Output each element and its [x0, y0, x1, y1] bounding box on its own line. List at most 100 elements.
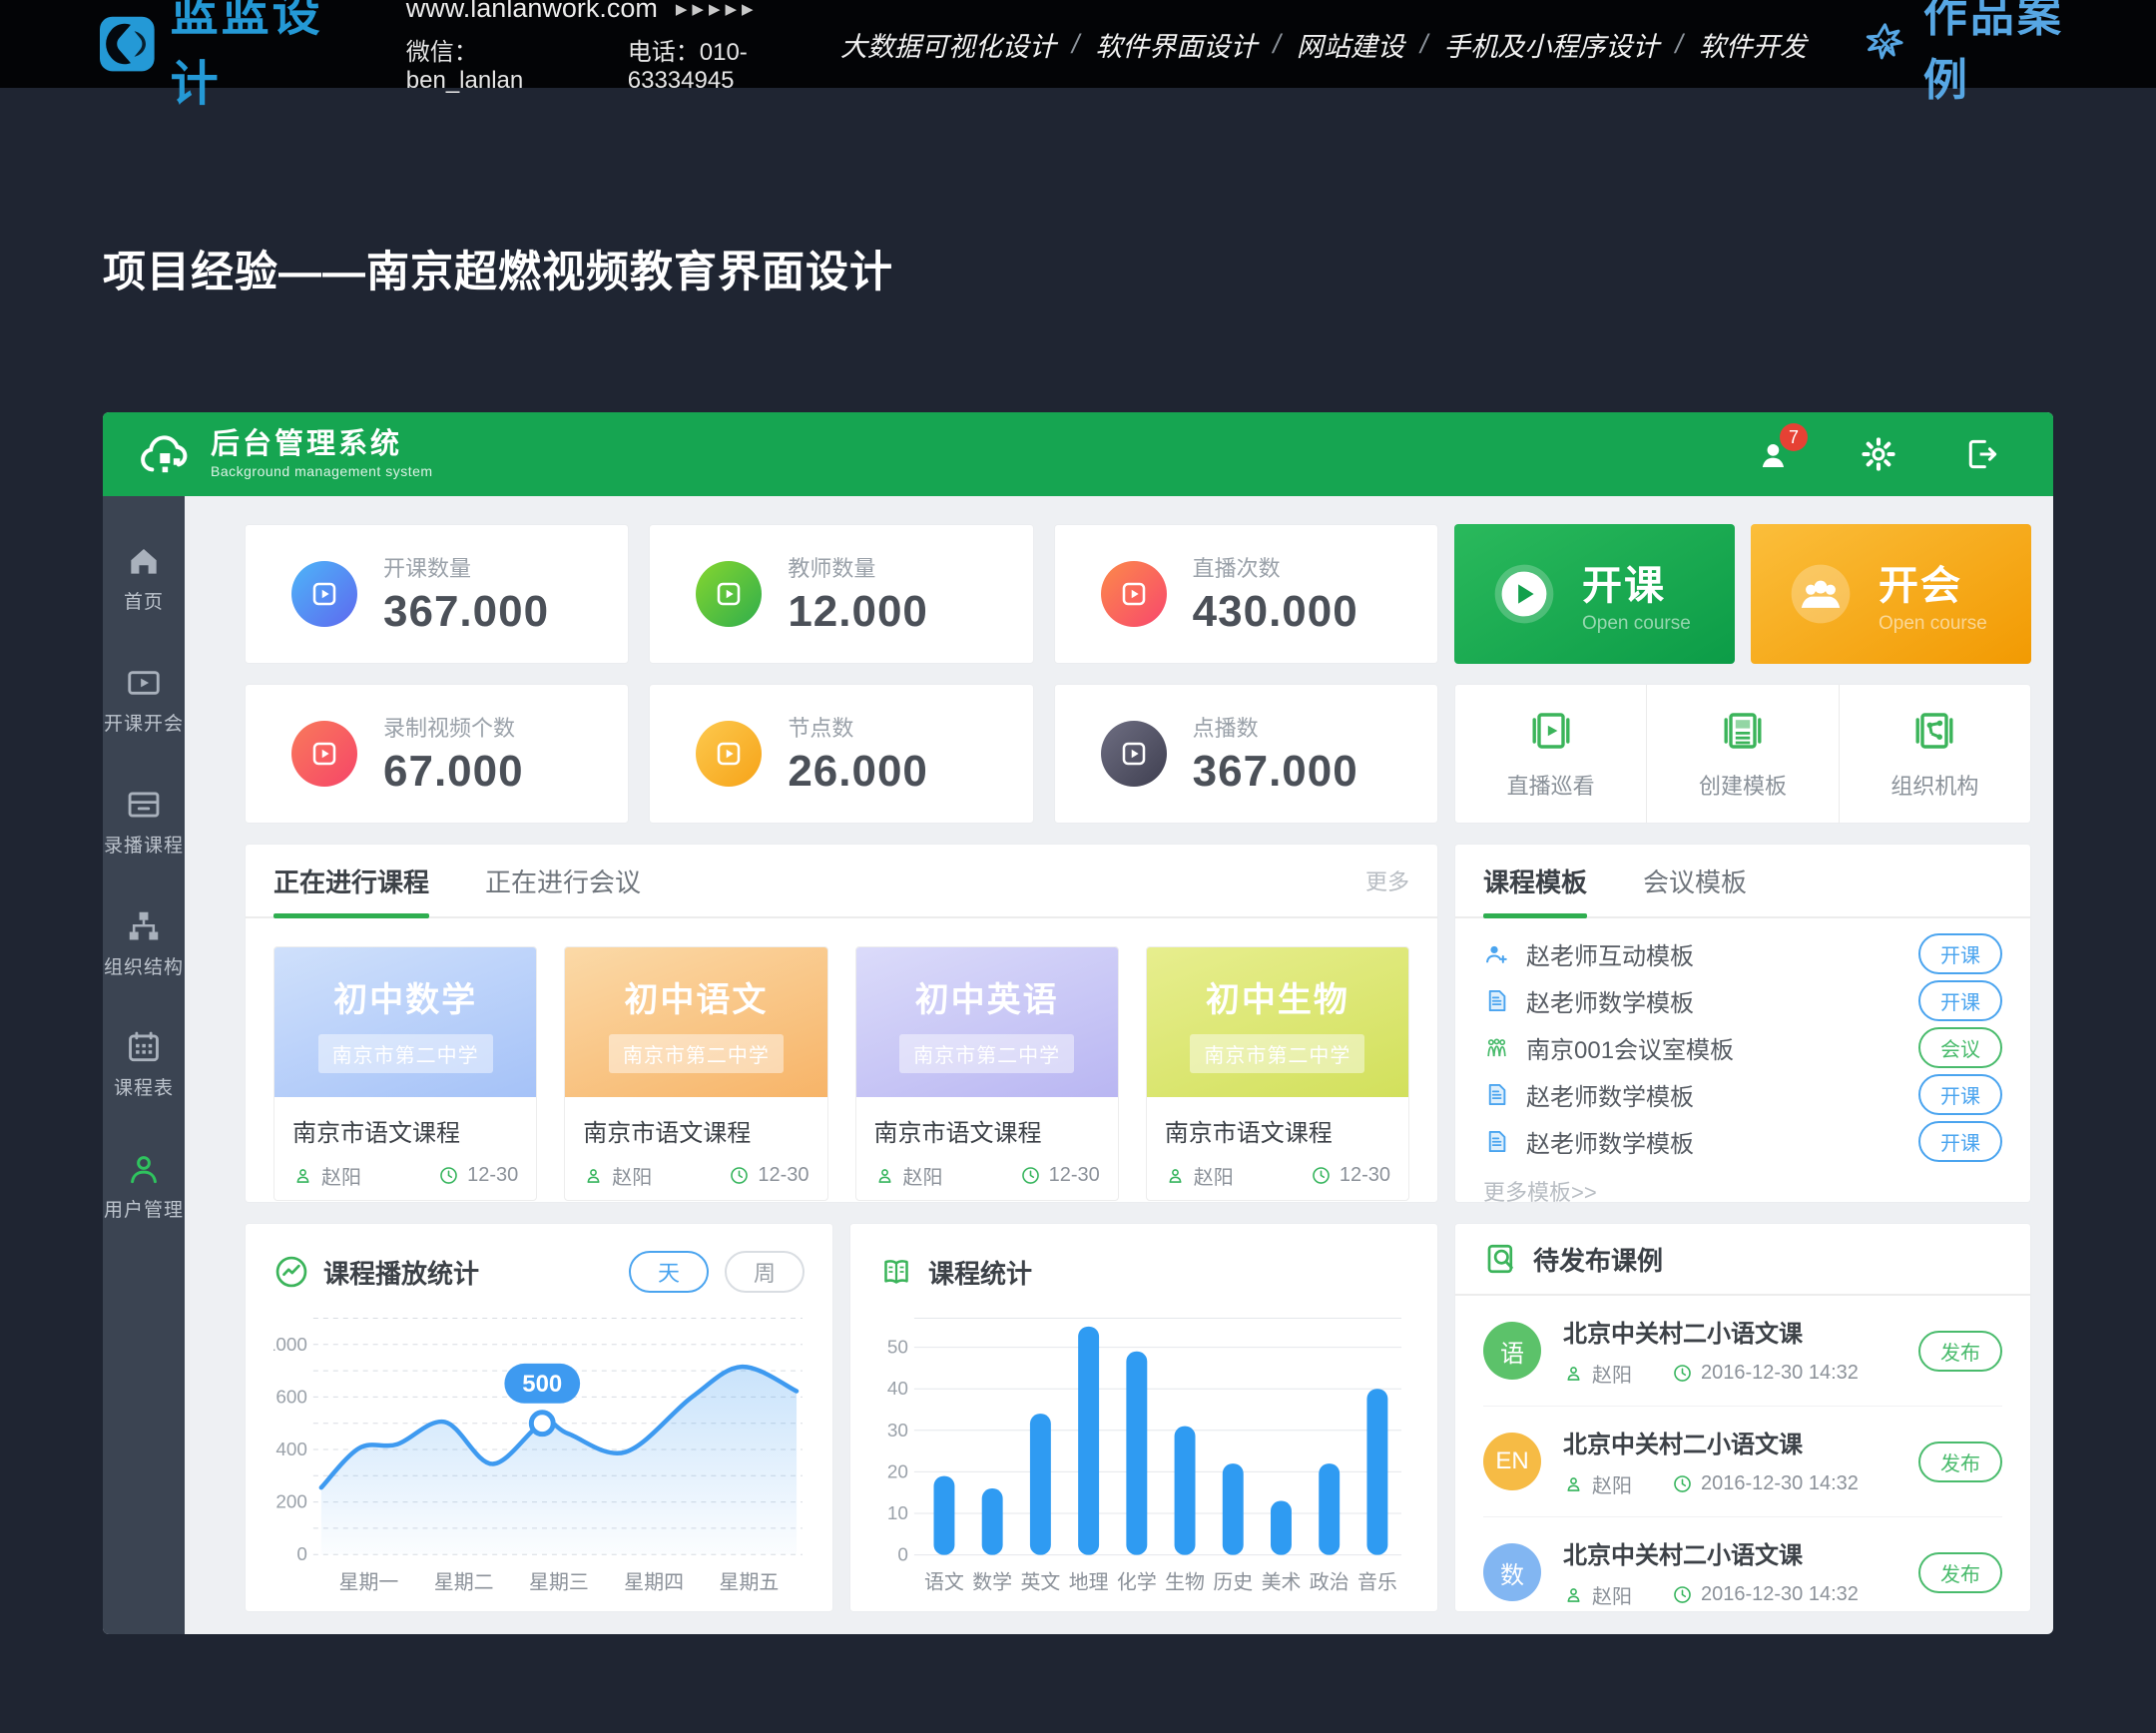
course-card-初中生物[interactable]: 初中生物南京市第二中学南京市语文课程赵阳12-30 [1146, 946, 1409, 1201]
brand-logo[interactable]: 蓝蓝设计 [100, 0, 362, 114]
course-school-badge: 南京市第二中学 [318, 1034, 493, 1073]
publish-panel-title: 待发布课例 [1533, 1241, 1663, 1278]
bar [1271, 1501, 1292, 1555]
teacher-name: 赵阳 [1592, 1359, 1632, 1388]
tab-ongoing-meetings[interactable]: 正在进行会议 [485, 845, 641, 916]
service-item-4[interactable]: 手机及小程序设计 [1443, 25, 1659, 64]
publish-row[interactable]: EN北京中关村二小语文课赵阳2016-12-30 14:32发布 [1483, 1407, 2002, 1517]
template-row[interactable]: 赵老师数学模板开课 [1483, 1071, 2002, 1118]
template-row[interactable]: 赵老师数学模板开课 [1483, 977, 2002, 1024]
template-action-button[interactable]: 开课 [1918, 1074, 2002, 1115]
more-templates-link[interactable]: 更多模板>> [1455, 1165, 2030, 1223]
quick-action-label: 直播巡看 [1507, 769, 1595, 801]
publish-panel: 待发布课例 语北京中关村二小语文课赵阳2016-12-30 14:32发布EN北… [1454, 1223, 2031, 1612]
bar [1175, 1427, 1196, 1555]
dashboard-title: 后台管理系统 [211, 429, 433, 461]
publish-row[interactable]: 数北京中关村二小语文课赵阳2016-12-30 14:32发布 [1483, 1517, 2002, 1627]
line-chart-title: 课程播放统计 [323, 1254, 479, 1291]
stat-card: 录制视频个数67.000 [245, 684, 629, 824]
service-item-5[interactable]: 软件开发 [1699, 25, 1807, 64]
quick-action-直播巡看[interactable]: 直播巡看 [1455, 685, 1646, 823]
template-panel: 课程模板 会议模板 赵老师互动模板开课赵老师数学模板开课南京001会议室模板会议… [1454, 844, 2031, 1203]
service-separator: / [1072, 29, 1080, 60]
template-action-button[interactable]: 开课 [1918, 933, 2002, 974]
y-tick-label: 40 [887, 1379, 908, 1400]
template-action-button[interactable]: 会议 [1918, 1027, 2002, 1068]
x-tick-label: 星期一 [339, 1571, 399, 1593]
quick-action-label: 组织机构 [1890, 769, 1978, 801]
bar-chart-title: 课程统计 [928, 1254, 1032, 1291]
sidebar-item-开课开会[interactable]: 开课开会 [104, 664, 184, 736]
user-notifications-icon[interactable]: 7 [1756, 435, 1794, 473]
template-action-button[interactable]: 开课 [1918, 1121, 2002, 1162]
template-row[interactable]: 赵老师互动模板开课 [1483, 930, 2002, 977]
template-row[interactable]: 南京001会议室模板 会议 [1483, 1024, 2002, 1071]
course-card-初中语文[interactable]: 初中语文南京市第二中学南京市语文课程赵阳12-30 [564, 946, 827, 1201]
stat-value: 67.000 [383, 747, 524, 797]
publish-info: 北京中关村二小语文课赵阳2016-12-30 14:32 [1563, 1535, 1859, 1609]
user-icon [125, 1150, 163, 1188]
course-time: 12-30 [438, 1164, 518, 1187]
publish-row[interactable]: 语北京中关村二小语文课赵阳2016-12-30 14:32发布 [1483, 1296, 2002, 1407]
cloud-logo-icon [133, 426, 195, 482]
stat-card: 开课数量367.000 [245, 524, 629, 664]
service-item-1[interactable]: 大数据可视化设计 [840, 25, 1056, 64]
quick-action-组织机构[interactable]: 组织机构 [1839, 685, 2030, 823]
tab-meeting-templates[interactable]: 会议模板 [1643, 845, 1747, 916]
sidebar-item-用户管理[interactable]: 用户管理 [104, 1150, 184, 1222]
more-courses-link[interactable]: 更多 [1365, 865, 1409, 896]
person-small-icon [1563, 1584, 1584, 1605]
sidebar-item-首页[interactable]: 首页 [104, 542, 184, 614]
document-icon [1483, 987, 1510, 1014]
search-doc-icon [1483, 1241, 1519, 1277]
more-lessons-link[interactable]: 更多课例>> [1455, 1627, 2030, 1634]
service-separator: / [1675, 29, 1683, 60]
course-school-badge: 南京市第二中学 [1190, 1034, 1364, 1073]
sidebar-item-录播课程[interactable]: 录播课程 [104, 786, 184, 858]
stat-value: 26.000 [788, 747, 928, 797]
cta-button-开会[interactable]: 开会Open course [1751, 524, 2031, 664]
template-row[interactable]: 赵老师数学模板开课 [1483, 1118, 2002, 1165]
stat-play-icon [1101, 721, 1167, 787]
logout-icon[interactable] [1963, 435, 2001, 473]
sidebar-item-组织结构[interactable]: 组织结构 [104, 907, 184, 979]
clock-icon [438, 1165, 459, 1186]
service-item-3[interactable]: 网站建设 [1297, 25, 1404, 64]
course-card-初中数学[interactable]: 初中数学南京市第二中学南京市语文课程赵阳12-30 [273, 946, 537, 1201]
website-link[interactable]: www.lanlanwork.com [406, 0, 658, 24]
y-tick-label: 400 [275, 1440, 307, 1460]
quick-actions-card: 直播巡看 创建模板组织机构 [1454, 684, 2031, 824]
cta-button-开课[interactable]: 开课Open course [1454, 524, 1735, 664]
publish-button[interactable]: 发布 [1918, 1331, 2002, 1372]
publish-info: 北京中关村二小语文课赵阳2016-12-30 14:32 [1563, 1314, 1859, 1388]
sidebar-item-课程表[interactable]: 课程表 [104, 1028, 184, 1100]
toggle-week[interactable]: 周 [725, 1251, 805, 1293]
course-school-badge: 南京市第二中学 [609, 1034, 784, 1073]
archive-icon [125, 786, 163, 824]
tab-ongoing-courses[interactable]: 正在进行课程 [273, 845, 429, 916]
lesson-time: 2016-12-30 14:32 [1672, 1359, 1859, 1388]
y-tick-label: 20 [887, 1461, 908, 1482]
gear-icon[interactable] [1860, 435, 1897, 473]
stat-text: 点播数367.000 [1193, 711, 1358, 797]
course-card-初中英语[interactable]: 初中英语南京市第二中学南京市语文课程赵阳12-30 [855, 946, 1119, 1201]
tab-course-templates[interactable]: 课程模板 [1483, 845, 1587, 916]
course-time: 12-30 [1020, 1164, 1100, 1187]
cta-row: 开课Open course 开会Open course [1454, 524, 2031, 664]
service-item-2[interactable]: 软件界面设计 [1095, 25, 1257, 64]
template-action-button[interactable]: 开课 [1918, 980, 2002, 1021]
course-time: 12-30 [729, 1164, 808, 1187]
portfolio-link[interactable]: 作品案例 [1861, 0, 2100, 108]
quick-action-创建模板[interactable]: 创建模板 [1646, 685, 1838, 823]
template-name: 南京001会议室模板 [1526, 1030, 1734, 1065]
lesson-time: 2016-12-30 14:32 [1672, 1580, 1859, 1609]
course-card-title: 初中英语 [915, 972, 1059, 1021]
toggle-day[interactable]: 天 [629, 1251, 709, 1293]
sidebar-item-label: 用户管理 [104, 1200, 184, 1222]
publish-button[interactable]: 发布 [1918, 1552, 2002, 1593]
lesson-meta: 赵阳 2016-12-30 14:32 [1563, 1359, 1859, 1388]
cta-text: 开课Open course [1582, 553, 1691, 635]
publish-button[interactable]: 发布 [1918, 1442, 2002, 1482]
stat-text: 开课数量367.000 [383, 551, 549, 637]
stat-value: 12.000 [788, 587, 928, 637]
